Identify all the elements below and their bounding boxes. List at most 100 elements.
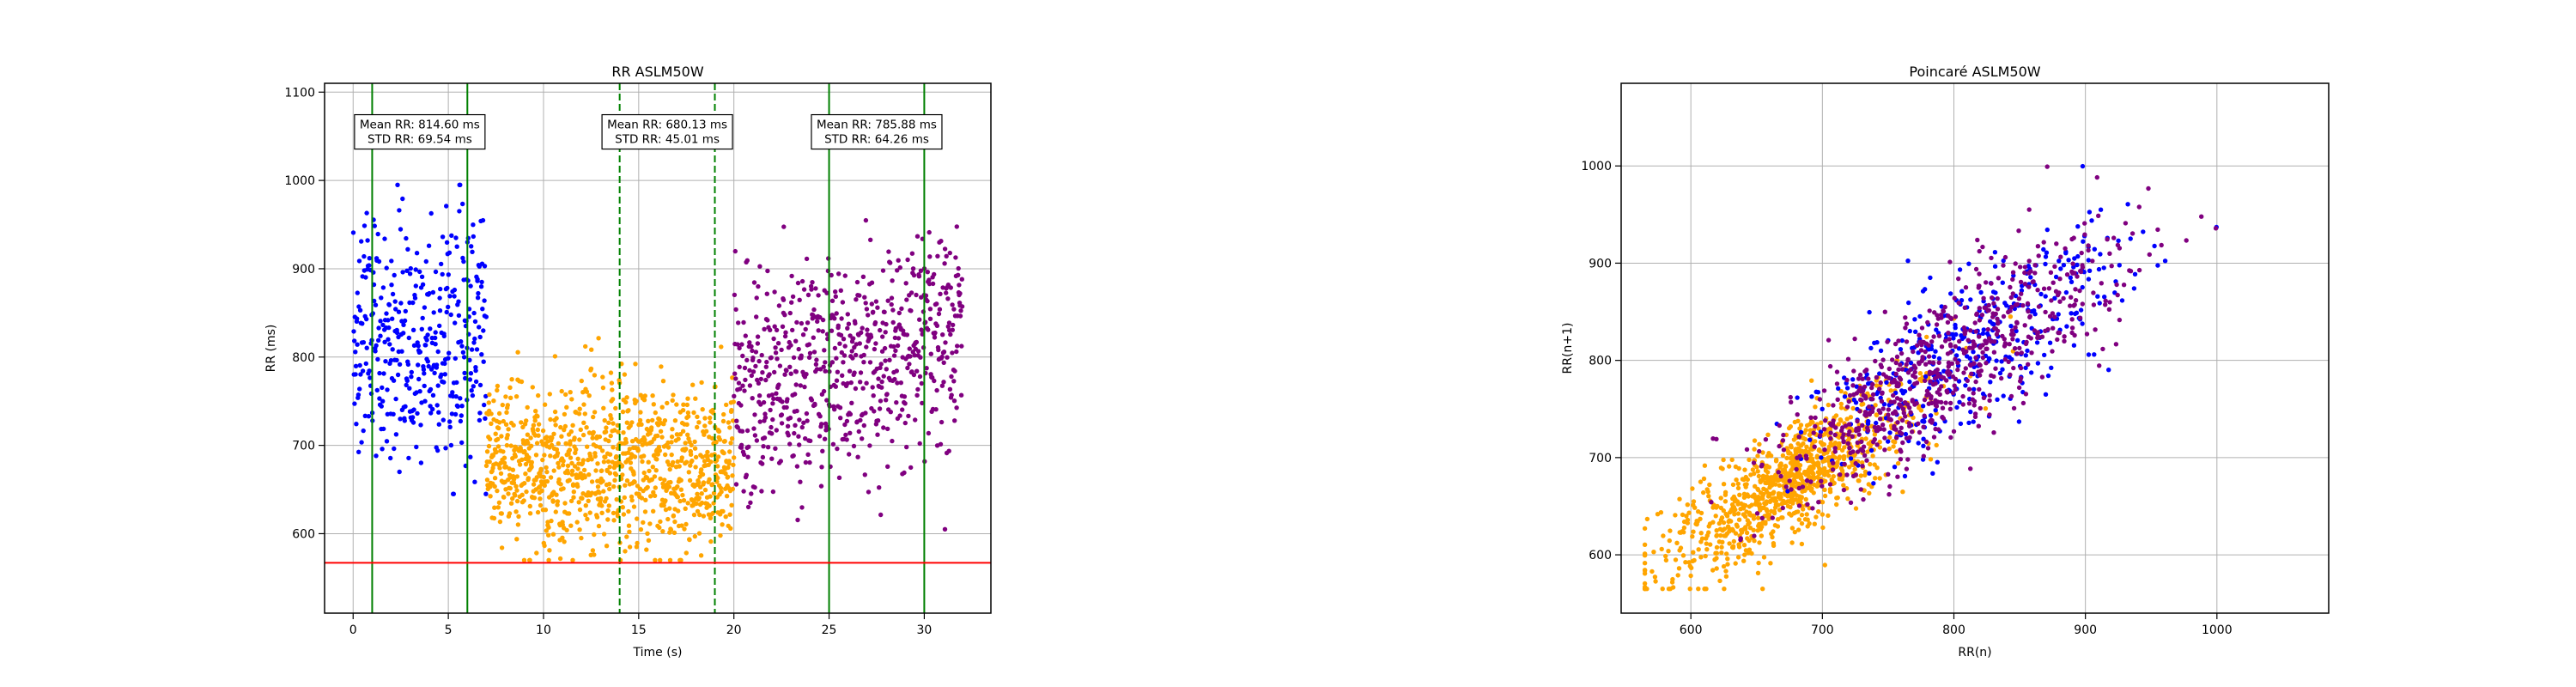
rr-data-point xyxy=(917,317,922,322)
rr-data-point xyxy=(764,291,769,296)
poincare-data-point xyxy=(1846,422,1852,427)
poincare-data-point xyxy=(2043,309,2048,315)
rr-data-point xyxy=(505,403,510,408)
poincare-data-point xyxy=(1880,357,1886,362)
rr-data-point xyxy=(648,494,653,499)
poincare-data-point xyxy=(1948,350,1953,355)
rr-data-point xyxy=(352,401,357,406)
poincare-data-point xyxy=(1977,283,1982,289)
poincare-data-point xyxy=(1817,447,1822,453)
poincare-data-point xyxy=(1855,440,1860,446)
rr-data-point xyxy=(453,356,458,362)
rr-data-point xyxy=(877,406,883,411)
rr-data-point xyxy=(851,443,857,449)
rr-data-point xyxy=(410,415,416,420)
rr-data-point xyxy=(653,468,659,473)
poincare-data-point xyxy=(1886,471,1891,477)
rr-data-point xyxy=(574,520,580,525)
poincare-data-point xyxy=(1850,377,1856,382)
rr-data-point xyxy=(480,217,486,223)
rr-data-point xyxy=(445,285,450,291)
poincare-data-point xyxy=(1833,425,1838,430)
poincare-data-point xyxy=(1698,555,1704,560)
rr-data-point xyxy=(926,430,932,436)
poincare-data-point xyxy=(2069,295,2074,300)
poincare-data-point xyxy=(1848,500,1854,505)
poincare-data-point xyxy=(1803,469,1809,475)
poincare-data-point xyxy=(1862,412,1868,417)
rr-data-point xyxy=(458,396,463,401)
poincare-data-point xyxy=(1947,406,1953,411)
rr-stats-text: Mean RR: 785.88 ms xyxy=(817,119,937,132)
poincare-data-point xyxy=(1947,337,1952,342)
rr-data-point xyxy=(727,425,732,430)
poincare-data-point xyxy=(1953,314,1959,319)
rr-data-point xyxy=(391,411,396,416)
poincare-data-point xyxy=(1776,470,1781,475)
rr-stats-text: STD RR: 69.54 ms xyxy=(368,133,472,147)
poincare-data-point xyxy=(1845,441,1850,447)
poincare-data-point xyxy=(1838,418,1844,423)
rr-data-point xyxy=(720,522,725,527)
poincare-data-point xyxy=(1989,255,1994,261)
rr-data-point xyxy=(676,436,681,441)
poincare-data-point xyxy=(1789,540,1795,545)
poincare-data-point xyxy=(2097,363,2102,368)
poincare-data-point xyxy=(1893,341,1899,347)
rr-data-point xyxy=(381,371,386,376)
rr-data-point xyxy=(479,352,484,357)
poincare-data-point xyxy=(1722,492,1728,497)
rr-data-point xyxy=(577,527,582,532)
poincare-data-point xyxy=(1861,392,1866,398)
poincare-data-point xyxy=(2039,374,2045,380)
poincare-data-point xyxy=(1703,553,1708,559)
poincare-data-point xyxy=(2080,163,2086,169)
poincare-data-point xyxy=(1991,301,1996,306)
poincare-data-point xyxy=(2131,286,2137,291)
rr-data-point xyxy=(529,459,534,465)
poincare-data-point xyxy=(2100,346,2105,352)
poincare-data-point xyxy=(1999,375,2004,381)
poincare-data-point xyxy=(1742,514,1748,520)
rr-data-point xyxy=(724,402,729,408)
rr-data-point xyxy=(608,433,613,439)
poincare-data-point xyxy=(2018,279,2024,285)
poincare-data-point xyxy=(1826,473,1832,478)
poincare-data-point xyxy=(1809,394,1814,399)
rr-data-point xyxy=(579,535,584,541)
rr-data-point xyxy=(708,459,714,465)
rr-data-point xyxy=(659,404,665,410)
rr-data-point xyxy=(397,469,402,475)
rr-data-point xyxy=(847,452,852,457)
rr-data-point xyxy=(727,449,732,454)
rr-data-point xyxy=(685,501,690,506)
rr-data-point xyxy=(634,398,639,404)
poincare-data-point xyxy=(1834,381,1840,386)
rr-data-point xyxy=(795,280,801,286)
poincare-data-point xyxy=(2016,385,2022,391)
rr-data-point xyxy=(715,475,720,481)
poincare-data-point xyxy=(1833,413,1839,418)
poincare-data-point xyxy=(1820,525,1826,531)
rr-data-point xyxy=(844,418,850,424)
rr-data-point xyxy=(454,244,459,249)
rr-data-point xyxy=(769,456,775,461)
rr-data-point xyxy=(728,441,733,446)
rr-data-point xyxy=(453,394,459,399)
rr-data-point xyxy=(592,410,598,415)
poincare-data-point xyxy=(1847,446,1852,451)
rr-data-point xyxy=(871,309,876,314)
rr-data-point xyxy=(592,532,597,538)
rr-data-point xyxy=(844,437,849,442)
rr-data-point xyxy=(620,505,625,510)
rr-data-point xyxy=(575,456,580,461)
poincare-data-point xyxy=(2053,289,2059,294)
rr-data-point xyxy=(456,299,461,304)
rr-data-point xyxy=(419,326,424,331)
poincare-data-point xyxy=(1808,479,1814,484)
poincare-data-point xyxy=(1781,432,1786,438)
rr-data-point xyxy=(751,426,756,431)
rr-data-point xyxy=(649,425,654,430)
poincare-data-point xyxy=(1980,355,1986,361)
poincare-data-point xyxy=(1990,295,1995,301)
